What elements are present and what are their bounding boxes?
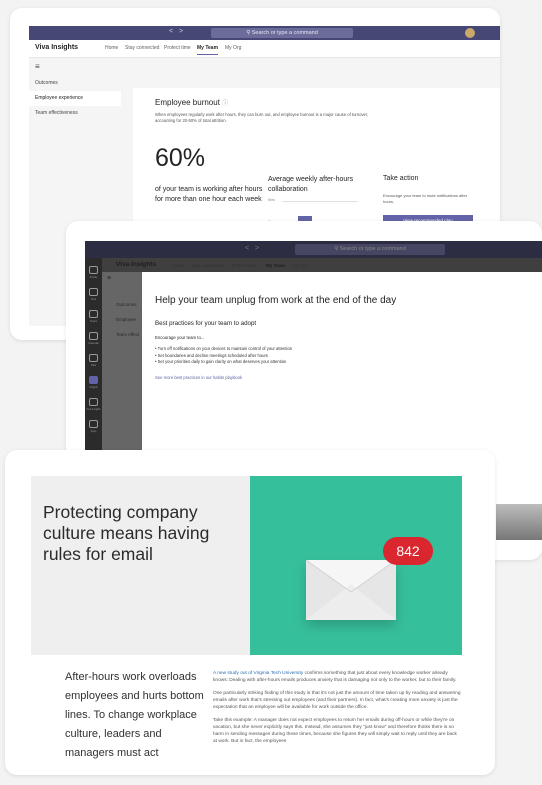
take-action-description: Encourage your team to mute notification…	[383, 193, 468, 204]
calendar-icon[interactable]	[89, 332, 98, 340]
nav-item-employee-experience[interactable]: Employee experience	[29, 91, 121, 106]
nav-item-team-effect[interactable]: Team effect	[116, 332, 139, 337]
nav-arrows[interactable]: < >	[169, 28, 185, 35]
search-input[interactable]: ⚲ Search or type a command	[211, 28, 353, 38]
nav-item-team-effectiveness[interactable]: Team effectiveness	[29, 106, 121, 121]
chart-title: Average weekly after-hours collaboration	[268, 176, 354, 193]
stat-value: 60%	[155, 144, 206, 172]
avatar[interactable]	[465, 28, 475, 38]
viva-insights-icon[interactable]	[89, 398, 98, 406]
tab-stay-connected[interactable]: Stay connected	[192, 263, 223, 268]
tab-protect-time[interactable]: Protect time	[164, 45, 191, 51]
hamburger-icon[interactable]: ≡	[107, 275, 111, 282]
stat-text: of your team is working after hours for …	[155, 186, 263, 203]
search-input[interactable]: ⚲ Search or type a command	[295, 244, 445, 255]
rail-label-chat: Chat	[90, 298, 97, 301]
rail-label-calendar: Calendar	[88, 342, 99, 345]
tab-stay-connected[interactable]: Stay connected	[125, 45, 159, 51]
tab-protect-time[interactable]: Protect time	[232, 263, 256, 268]
dialog-encourage: Encourage your team to...	[155, 335, 205, 340]
habits-playbook-link[interactable]: See more best practices in our habits pl…	[155, 375, 242, 380]
nav-item-outcomes[interactable]: Outcomes	[116, 302, 137, 307]
teams-icon[interactable]	[89, 310, 98, 318]
chat-icon[interactable]	[89, 288, 98, 296]
tab-my-team[interactable]: My Team	[197, 45, 219, 55]
tab-home[interactable]: Home	[105, 45, 118, 51]
article-card: Protecting company culture means having …	[5, 450, 495, 775]
tab-my-team[interactable]: My Team	[266, 263, 285, 268]
files-icon[interactable]	[89, 354, 98, 362]
app-name: Viva Insights	[35, 44, 79, 51]
dim-overlay-edge	[496, 504, 542, 540]
nav-item-employee[interactable]: Employee	[116, 317, 136, 322]
panel-description: When employees regularly work after hour…	[155, 112, 369, 123]
app-bar: Viva Insights Home Stay connected Protec…	[29, 40, 500, 58]
rail-label-viva-insights: Viva Insights	[86, 408, 101, 411]
dialog-subtitle: Best practices for your team to adopt	[155, 320, 257, 327]
envelope-icon	[305, 559, 397, 620]
teams-title-bar-dim: < > ⚲ Search or type a command	[85, 241, 542, 258]
rail-label-files: Files	[90, 364, 97, 367]
hero-title: Protecting company culture means having …	[43, 502, 210, 564]
chart-tick-6hrs: 6hrs	[268, 198, 275, 202]
insights-icon[interactable]	[89, 376, 98, 384]
search-placeholder: Search or type a command	[339, 246, 406, 252]
chart-gridline	[282, 201, 358, 202]
activity-icon[interactable]	[89, 266, 98, 274]
tab-my-org[interactable]: My Org	[225, 45, 241, 51]
list-item: Set your priorities daily to gain clarit…	[155, 359, 292, 366]
rail-label-teams: Teams	[89, 320, 98, 323]
study-link[interactable]: A new study out of Virginia Tech Univers…	[213, 671, 303, 676]
panel-title: Employee burnout ⓘ	[155, 98, 229, 107]
rail-label-activity: Activity	[89, 276, 98, 279]
app-name: Viva Insights	[116, 261, 156, 268]
unread-count-badge: 842	[383, 537, 433, 565]
article-paragraph: Take this example: A manager does not ex…	[213, 718, 457, 744]
tips-list: Turn off notifications on your devices t…	[155, 346, 293, 366]
list-item: Turn off notifications on your devices t…	[155, 346, 293, 353]
nav-item-outcomes[interactable]: Outcomes	[29, 76, 121, 91]
tab-home[interactable]: Home	[172, 263, 184, 268]
hero-image: 842	[250, 476, 462, 655]
article-body: A new study out of Virginia Tech Univers…	[213, 670, 461, 751]
rail-label-insights: Insights	[89, 386, 98, 389]
dialog-title: Help your team unplug from work at the e…	[155, 295, 397, 306]
nav-arrows[interactable]: < >	[245, 245, 261, 252]
tab-my-org[interactable]: My Org	[293, 263, 308, 268]
teams-title-bar: < > ⚲ Search or type a command	[29, 26, 500, 40]
article-lead: After-hours work overloads employees and…	[65, 671, 204, 759]
article-paragraph: A new study out of Virginia Tech Univers…	[213, 671, 457, 683]
apps-icon[interactable]	[89, 420, 98, 428]
search-placeholder: Search or type a command	[251, 30, 318, 36]
take-action-title: Take action	[383, 175, 419, 182]
info-icon[interactable]: ⓘ	[222, 101, 228, 107]
hamburger-icon[interactable]: ≡	[35, 62, 40, 71]
article-paragraph: One particularly striking finding of thi…	[213, 691, 461, 710]
rail-label-apps: Apps	[90, 430, 97, 433]
